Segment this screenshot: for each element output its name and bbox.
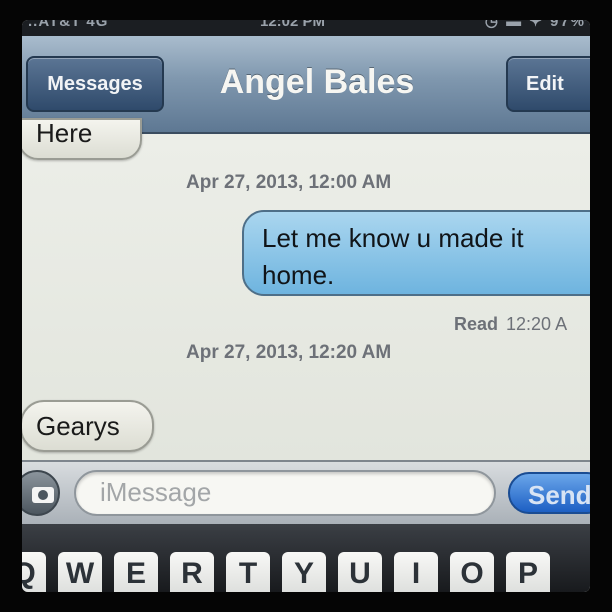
incoming-message-bubble: Gearys (22, 400, 154, 452)
message-timestamp: Apr 27, 2013, 12:00 AM (186, 172, 392, 193)
incoming-message-bubble: Here (22, 118, 142, 160)
message-timestamp: Apr 27, 2013, 12:20 AM (186, 342, 392, 363)
key-i[interactable]: I (394, 552, 438, 592)
key-y[interactable]: Y (282, 552, 326, 592)
phone-screen: ..AT&T 4G 12:02 PM ◷ ▬ ✦ 97% Messages An… (22, 20, 590, 592)
key-u[interactable]: U (338, 552, 382, 592)
imessage-field[interactable] (74, 470, 496, 516)
imessage-input[interactable] (100, 472, 480, 512)
messages-back-button[interactable]: Messages (26, 56, 164, 112)
status-bar: ..AT&T 4G 12:02 PM ◷ ▬ ✦ 97% (22, 20, 590, 36)
read-receipt: Read 12:20 A (454, 314, 567, 335)
edit-button[interactable]: Edit (506, 56, 590, 112)
camera-lens (38, 490, 48, 500)
status-time: 12:02 PM (260, 20, 326, 30)
key-w[interactable]: W (58, 552, 102, 592)
key-p[interactable]: P (506, 552, 550, 592)
key-e[interactable]: E (114, 552, 158, 592)
send-button[interactable]: Send (508, 472, 590, 514)
conversation-view[interactable]: Here Apr 27, 2013, 12:00 AM Let me know … (22, 118, 590, 460)
read-label: Read (454, 314, 499, 334)
key-q[interactable]: Q (22, 552, 46, 592)
message-composer: Send (22, 460, 590, 524)
key-o[interactable]: O (450, 552, 494, 592)
status-icons: ◷ ▬ ✦ 97% (484, 20, 586, 30)
key-t[interactable]: T (226, 552, 270, 592)
read-time: 12:20 A (506, 314, 568, 334)
carrier-label: ..AT&T 4G (28, 20, 109, 30)
key-r[interactable]: R (170, 552, 214, 592)
conversation-title: Angel Bales (219, 63, 415, 101)
keyboard: QWERTYUIOP (22, 524, 590, 592)
outgoing-message-bubble: Let me know u made it home. (242, 210, 590, 296)
camera-icon[interactable] (22, 470, 60, 516)
